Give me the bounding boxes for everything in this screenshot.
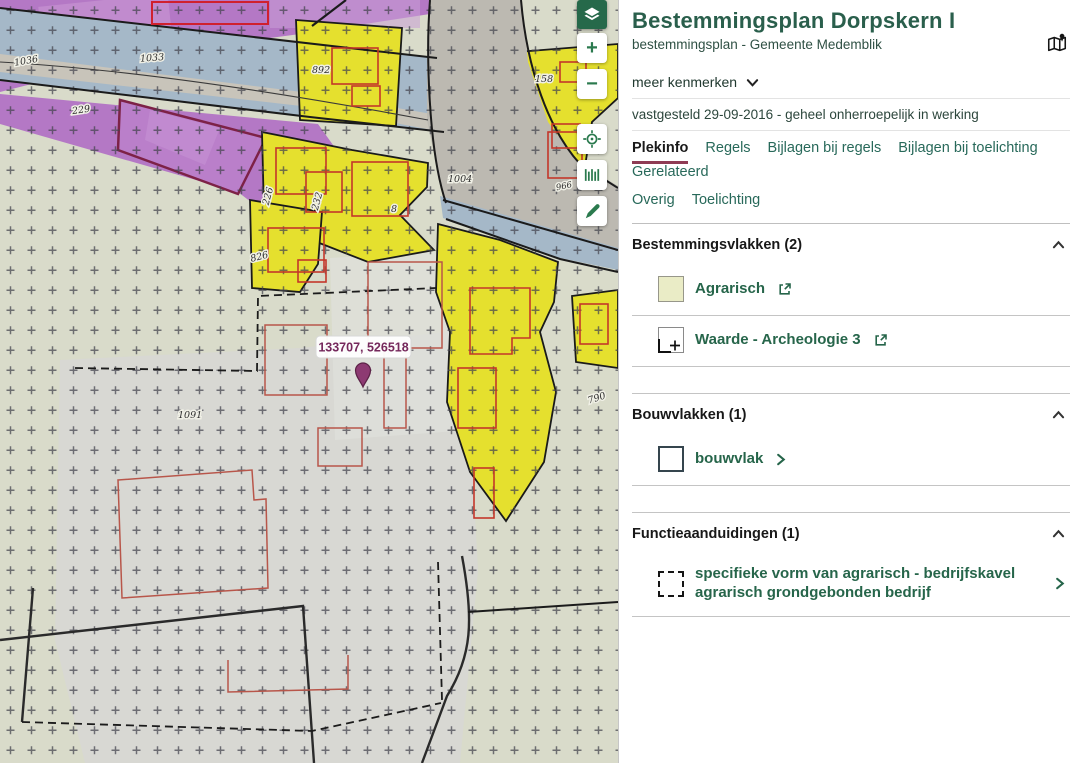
more-attributes-toggle[interactable]: meer kenmerken [632,65,1070,98]
svg-text:8: 8 [391,204,397,215]
legend-item-label[interactable]: Waarde - Archeologie 3 [695,331,861,350]
svg-text:892: 892 [312,65,330,76]
legend-item-label[interactable]: bouwvlak [695,450,763,469]
functieaanduiding-swatch [658,571,684,597]
info-panel: Bestemmingsplan Dorpskern I bestemmingsp… [618,0,1080,763]
pencil-button[interactable] [577,196,607,226]
tab-regels[interactable]: Regels [705,140,750,164]
svg-text:133707, 526518: 133707, 526518 [318,341,408,355]
chevron-up-icon [1051,239,1066,251]
waarde-archeologie-swatch [658,327,684,353]
archeology-pattern-overlay [0,0,618,763]
panel-header: Bestemmingsplan Dorpskern I bestemmingsp… [632,8,1070,52]
svg-text:158: 158 [535,74,553,85]
plan-status: vastgesteld 29-09-2016 - geheel onherroe… [632,98,1070,131]
map-canvas[interactable]: 1036 1033 229 892 158 1004 8 826 226 232… [0,0,618,763]
map-pin-icon[interactable] [1046,32,1068,59]
more-attributes-label: meer kenmerken [632,74,737,90]
section-header-bouwvlakken[interactable]: Bouwvlakken (1) [632,394,1070,435]
section-title: Bouwvlakken (1) [632,407,746,423]
minus-icon: − [586,74,598,94]
locate-button[interactable] [577,124,607,154]
section-header-bestemmingsvlakken[interactable]: Bestemmingsvlakken (2) [632,224,1070,265]
page-title: Bestemmingsplan Dorpskern I [632,8,1036,34]
external-link-icon[interactable] [778,282,792,296]
plan-subtitle: bestemmingsplan - Gemeente Medemblik [632,37,1036,52]
legend-item-agrarisch[interactable]: Agrarisch [632,265,1070,316]
svg-text:1033: 1033 [140,52,165,65]
plus-icon: + [586,38,598,58]
legend-item-bouwvlak[interactable]: bouwvlak [632,435,1070,486]
svg-text:1091: 1091 [178,410,202,421]
section-bestemmingsvlakken: Bestemmingsvlakken (2) Agrarisch Waard [632,224,1070,367]
zoom-out-button[interactable]: − [577,69,607,99]
measure-button[interactable] [577,160,607,190]
section-title: Bestemmingsvlakken (2) [632,237,802,253]
external-link-icon[interactable] [874,333,888,347]
tab-bar: Plekinfo Regels Bijlagen bij regels Bijl… [632,131,1070,224]
legend-item-label[interactable]: specifieke vorm van agrarisch - bedrijfs… [695,565,1042,603]
chevron-down-icon [745,76,760,89]
legend-item-label[interactable]: Agrarisch [695,280,765,299]
target-icon [582,129,602,149]
section-header-functieaanduidingen[interactable]: Functieaanduidingen (1) [632,513,1070,554]
chevron-right-icon[interactable] [774,452,787,467]
legend-item-waarde-archeologie[interactable]: Waarde - Archeologie 3 [632,316,1070,367]
chevron-right-icon[interactable] [1053,576,1066,591]
agrarisch-swatch [658,276,684,302]
pencil-icon [583,202,602,221]
chevron-up-icon [1051,528,1066,540]
tab-toelichting[interactable]: Toelichting [692,192,761,213]
tab-overig[interactable]: Overig [632,192,675,213]
tab-plekinfo[interactable]: Plekinfo [632,140,688,164]
chevron-up-icon [1051,409,1066,421]
section-functieaanduidingen: Functieaanduidingen (1) specifieke vorm … [632,512,1070,617]
layers-icon [582,5,602,25]
ruler-bars-icon [582,165,602,185]
bouwvlak-swatch [658,446,684,472]
tab-bijlagen-bij-toelichting[interactable]: Bijlagen bij toelichting [898,140,1037,164]
plan-viewer: 1036 1033 229 892 158 1004 8 826 226 232… [0,0,1080,763]
layers-button[interactable] [577,0,607,29]
coordinate-tooltip: 133707, 526518 [316,336,411,358]
svg-text:1004: 1004 [448,174,472,185]
tab-bijlagen-bij-regels[interactable]: Bijlagen bij regels [768,140,882,164]
map-area: 1036 1033 229 892 158 1004 8 826 226 232… [0,0,618,763]
legend-item-functieaanduiding[interactable]: specifieke vorm van agrarisch - bedrijfs… [632,554,1070,617]
tab-gerelateerd[interactable]: Gerelateerd [632,164,709,185]
section-title: Functieaanduidingen (1) [632,526,800,542]
section-bouwvlakken: Bouwvlakken (1) bouwvlak [632,393,1070,486]
zoom-in-button[interactable]: + [577,33,607,63]
